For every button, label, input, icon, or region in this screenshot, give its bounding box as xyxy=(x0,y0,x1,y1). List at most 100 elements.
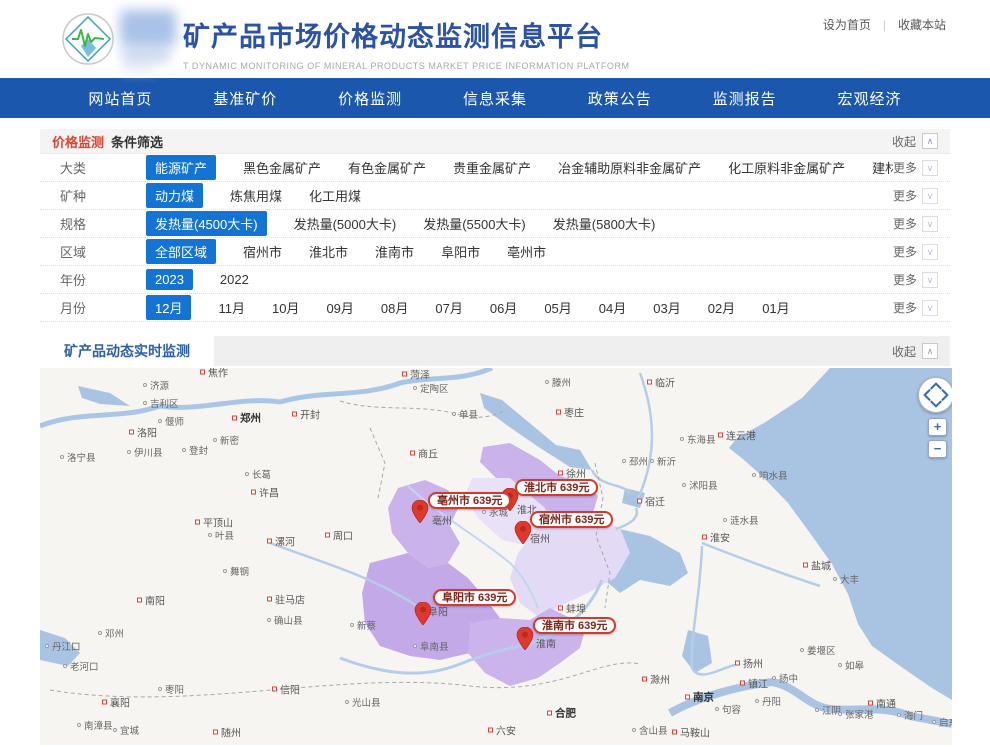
set-homepage-link[interactable]: 设为首页 xyxy=(823,16,871,33)
map-city-label: 邓州 xyxy=(98,626,124,640)
filter-option-selected[interactable]: 12月 xyxy=(146,295,191,320)
filter-option-selected[interactable]: 2023 xyxy=(146,269,193,290)
filter-option[interactable]: 炼焦用煤 xyxy=(230,186,282,205)
map-city-label: 舞钢 xyxy=(223,564,249,578)
filter-option[interactable]: 淮南市 xyxy=(375,242,414,261)
chevron-down-icon[interactable]: ∨ xyxy=(922,188,938,204)
zoom-in-button[interactable]: + xyxy=(928,418,947,436)
more-button[interactable]: 更多∨ xyxy=(893,215,938,232)
filter-option[interactable]: 07月 xyxy=(435,298,462,317)
map-pin[interactable] xyxy=(415,602,432,625)
nav-item-3[interactable]: 信息采集 xyxy=(463,88,527,109)
city-dot-icon xyxy=(213,730,218,735)
map-collapse-button[interactable]: 收起 ∧ xyxy=(892,343,938,360)
map-city-label: 周口 xyxy=(325,528,353,543)
map-pin[interactable] xyxy=(515,521,532,544)
zoom-out-button[interactable]: − xyxy=(928,440,947,458)
filter-option-selected[interactable]: 全部区域 xyxy=(146,239,216,264)
map-city-label: 镇江 xyxy=(740,676,768,691)
filter-option[interactable]: 09月 xyxy=(326,298,353,317)
filter-option[interactable]: 08月 xyxy=(381,298,408,317)
city-dot-icon xyxy=(325,533,330,538)
city-dot-icon xyxy=(292,412,297,417)
nav-item-4[interactable]: 政策公告 xyxy=(588,88,652,109)
filter-option-selected[interactable]: 动力煤 xyxy=(146,183,203,208)
filter-option[interactable]: 建材和其它非金属矿产 xyxy=(872,158,893,177)
filter-option[interactable]: 2022 xyxy=(220,272,249,287)
filter-option[interactable]: 03月 xyxy=(653,298,680,317)
more-button[interactable]: 更多∨ xyxy=(893,159,938,176)
filter-option[interactable]: 化工原料非金属矿产 xyxy=(728,158,845,177)
map-tab[interactable]: 矿产品动态实时监测 xyxy=(40,336,214,366)
nav-item-2[interactable]: 价格监测 xyxy=(338,88,402,109)
filter-panel-header: 价格监测 条件筛选 收起 ∧ xyxy=(40,129,950,154)
nav-item-1[interactable]: 基准矿价 xyxy=(213,88,277,109)
map-city-label: 响水县 xyxy=(752,468,788,482)
filter-option[interactable]: 阜阳市 xyxy=(441,242,480,261)
more-button[interactable]: 更多∨ xyxy=(893,187,938,204)
nav-item-0[interactable]: 网站首页 xyxy=(88,88,152,109)
county-dot-icon xyxy=(682,483,686,487)
county-dot-icon xyxy=(897,713,901,717)
chevron-down-icon[interactable]: ∨ xyxy=(922,244,938,260)
chevron-up-icon[interactable]: ∧ xyxy=(922,343,938,359)
filter-option[interactable]: 发热量(5800大卡) xyxy=(553,214,656,233)
price-label[interactable]: 亳州市 639元 xyxy=(428,492,511,509)
filter-option[interactable]: 06月 xyxy=(490,298,517,317)
map-pin[interactable] xyxy=(517,627,534,650)
bookmark-site-link[interactable]: 收藏本站 xyxy=(898,16,946,33)
nav-item-6[interactable]: 宏观经济 xyxy=(837,88,901,109)
nav-item-5[interactable]: 监测报告 xyxy=(713,88,777,109)
map-pin[interactable] xyxy=(412,500,429,523)
filter-option[interactable]: 化工用煤 xyxy=(309,186,361,205)
more-button[interactable]: 更多∨ xyxy=(893,243,938,260)
chevron-up-icon[interactable]: ∧ xyxy=(922,133,938,149)
more-button[interactable]: 更多∨ xyxy=(893,271,938,288)
panel-tag: 价格监测 xyxy=(52,132,104,151)
filter-option-selected[interactable]: 发热量(4500大卡) xyxy=(146,211,267,236)
chevron-down-icon[interactable]: ∨ xyxy=(922,300,938,316)
collapse-button[interactable]: 收起 ∧ xyxy=(892,133,938,150)
filter-option[interactable]: 宿州市 xyxy=(243,242,282,261)
county-dot-icon xyxy=(755,699,759,703)
chevron-down-icon[interactable]: ∨ xyxy=(922,160,938,176)
map-city-label: 焦作 xyxy=(200,368,228,380)
filter-option[interactable]: 02月 xyxy=(708,298,735,317)
filter-option[interactable]: 亳州市 xyxy=(507,242,546,261)
filter-row: 年份 20232022 更多∨ xyxy=(40,266,950,294)
filter-option[interactable]: 淮北市 xyxy=(309,242,348,261)
filter-option[interactable]: 发热量(5500大卡) xyxy=(423,214,526,233)
map-pan-control[interactable] xyxy=(918,377,952,413)
filter-row: 区域 全部区域宿州市淮北市淮南市阜阳市亳州市 更多∨ xyxy=(40,238,950,266)
map-city-label: 姜堰区 xyxy=(800,643,836,657)
filter-option[interactable]: 冶金辅助原料非金属矿产 xyxy=(558,158,701,177)
filter-row-label: 矿种 xyxy=(60,186,146,205)
filter-option[interactable]: 05月 xyxy=(544,298,571,317)
chevron-down-icon[interactable]: ∨ xyxy=(922,216,938,232)
filter-option[interactable]: 11月 xyxy=(218,298,245,317)
county-dot-icon xyxy=(223,569,227,573)
price-label[interactable]: 阜阳市 639元 xyxy=(433,589,516,606)
more-button[interactable]: 更多∨ xyxy=(893,299,938,316)
chevron-down-icon[interactable]: ∨ xyxy=(922,272,938,288)
city-dot-icon xyxy=(129,430,134,435)
map-city-label: 滕州 xyxy=(545,375,571,389)
map-city-label: 伊川县 xyxy=(127,445,163,459)
filter-option[interactable]: 贵重金属矿产 xyxy=(453,158,531,177)
map-city-label: 郑州 xyxy=(232,411,261,426)
county-dot-icon xyxy=(127,450,131,454)
filter-option[interactable]: 发热量(5000大卡) xyxy=(294,214,397,233)
filter-option[interactable]: 01月 xyxy=(762,298,789,317)
filter-option[interactable]: 有色金属矿产 xyxy=(348,158,426,177)
filter-option[interactable]: 10月 xyxy=(272,298,299,317)
filter-option-selected[interactable]: 能源矿产 xyxy=(146,155,216,180)
filter-option[interactable]: 黑色金属矿产 xyxy=(243,158,321,177)
map-canvas[interactable]: 焦作济源吉利区偃师郑州开封洛阳新密登封伊川县洛宁县长葛许昌菏泽定陶区单县商丘滕州… xyxy=(40,368,952,745)
price-label[interactable]: 淮北市 639元 xyxy=(515,479,598,496)
map-city-label: 许昌 xyxy=(251,485,279,500)
county-dot-icon xyxy=(77,723,81,727)
filter-option[interactable]: 04月 xyxy=(599,298,626,317)
price-label[interactable]: 淮南市 639元 xyxy=(533,617,616,634)
price-label[interactable]: 宿州市 639元 xyxy=(530,511,613,528)
map-city-label: 沭阳县 xyxy=(682,478,718,492)
